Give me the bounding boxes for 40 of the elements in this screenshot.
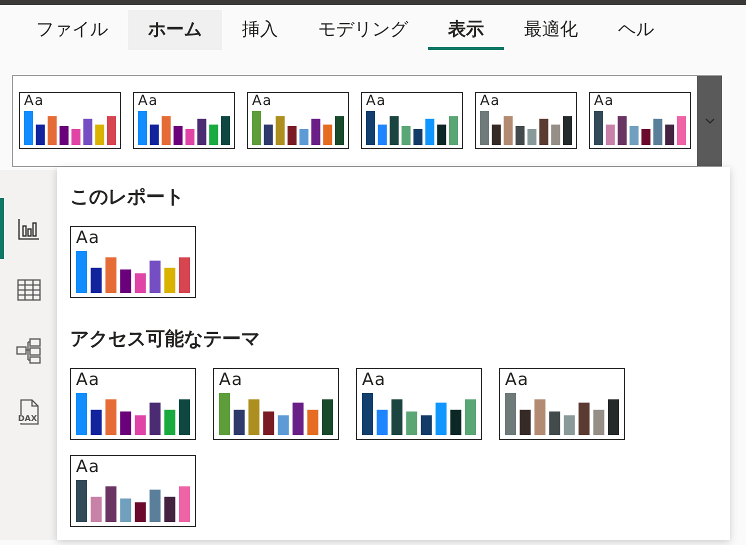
dax-label: DAX [18, 415, 37, 423]
model-icon [16, 338, 42, 364]
theme-sample-text: Aa [362, 371, 386, 390]
theme-thumbnail[interactable]: Aa [19, 92, 121, 149]
section-heading: アクセス可能なテーマ [70, 327, 261, 352]
theme-sample-text: Aa [505, 371, 530, 390]
ribbon-tab[interactable]: 挿入 [222, 10, 298, 50]
ribbon-tab[interactable]: ホーム [128, 10, 222, 50]
theme-sample-text: Aa [76, 371, 100, 390]
document-icon [18, 398, 40, 424]
theme-sample-text: Aa [76, 229, 100, 248]
table-icon [16, 278, 40, 300]
theme-thumbnail[interactable]: Aa [247, 92, 349, 149]
theme-thumbnail[interactable]: Aa [356, 368, 482, 440]
theme-thumbnail[interactable]: Aa [213, 368, 339, 440]
section-heading: このレポート [70, 185, 185, 210]
ribbon-tab[interactable]: 表示 [428, 10, 504, 50]
theme-sample-text: Aa [24, 94, 44, 110]
theme-thumbnail[interactable]: Aa [499, 368, 625, 440]
ribbon-tab[interactable]: ヘル [598, 10, 674, 50]
ribbon-tab[interactable]: ファイル [16, 10, 128, 50]
theme-thumbnail[interactable]: Aa [133, 92, 235, 149]
theme-sample-text: Aa [594, 94, 614, 110]
bar-chart-icon [18, 218, 40, 240]
theme-sample-text: Aa [480, 94, 500, 110]
theme-thumbnail[interactable]: Aa [70, 455, 196, 527]
ribbon-tab[interactable]: 最適化 [504, 10, 598, 50]
theme-thumbnail[interactable]: Aa [475, 92, 577, 149]
theme-thumbnail[interactable]: Aa [70, 368, 196, 440]
theme-thumbnail[interactable]: Aa [589, 92, 691, 149]
theme-sample-text: Aa [76, 458, 100, 477]
theme-thumbnail[interactable]: Aa [361, 92, 463, 149]
theme-thumbnail[interactable]: Aa [70, 226, 196, 298]
theme-sample-text: Aa [366, 94, 386, 110]
theme-sample-text: Aa [138, 94, 158, 110]
theme-sample-text: Aa [252, 94, 272, 110]
theme-sample-text: Aa [219, 371, 244, 390]
view-button[interactable]: DAX [0, 381, 57, 442]
ribbon-tab[interactable]: モデリング [298, 10, 428, 50]
chevron-down-icon [704, 118, 714, 124]
